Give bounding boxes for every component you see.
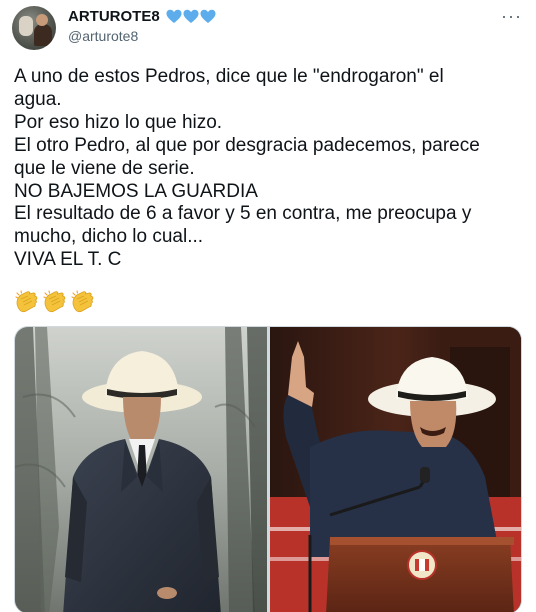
tweet-text-line: que le viene de serie. bbox=[14, 157, 195, 179]
photo-man-speaking-podium-white-hat[interactable] bbox=[270, 327, 521, 612]
clapping-hands-icon bbox=[71, 290, 94, 313]
tweet-text: A uno de estos Pedros, dice que le "endr… bbox=[14, 66, 520, 272]
tweet-text-line: NO BAJEMOS LA GUARDIA bbox=[14, 180, 258, 202]
tweet-text-line: El otro Pedro, al que por desgracia pade… bbox=[14, 134, 480, 156]
name-emoji-badges bbox=[166, 9, 216, 24]
author-name-row: ARTUROTE8 bbox=[68, 8, 216, 25]
tweet-text-line: El resultado de 6 a favor y 5 en contra,… bbox=[14, 203, 472, 225]
tweet: ARTUROTE8 @arturote8 ··· A uno de estos … bbox=[0, 0, 536, 612]
tweet-text-line: VIVA EL T. C bbox=[14, 249, 122, 271]
blue-heart-icon bbox=[166, 9, 182, 23]
tweet-text-line: Por eso hizo lo que hizo. bbox=[14, 111, 223, 133]
tweet-text-line: A uno de estos Pedros, dice que le "endr… bbox=[14, 66, 444, 87]
tweet-text-line: agua. bbox=[14, 88, 62, 110]
tweet-media bbox=[14, 326, 522, 612]
clapping-emoji-row bbox=[14, 290, 96, 314]
display-name[interactable]: ARTUROTE8 bbox=[68, 8, 160, 25]
avatar[interactable] bbox=[12, 6, 56, 50]
blue-heart-icon bbox=[183, 9, 199, 23]
author-handle[interactable]: @arturote8 bbox=[68, 28, 138, 44]
photo-man-suit-white-hat[interactable] bbox=[15, 327, 267, 612]
clapping-hands-icon bbox=[15, 290, 38, 313]
clapping-hands-icon bbox=[43, 290, 66, 313]
blue-heart-icon bbox=[200, 9, 216, 23]
more-options-icon[interactable]: ··· bbox=[501, 6, 522, 27]
tweet-text-line: mucho, dicho lo cual... bbox=[14, 226, 204, 248]
